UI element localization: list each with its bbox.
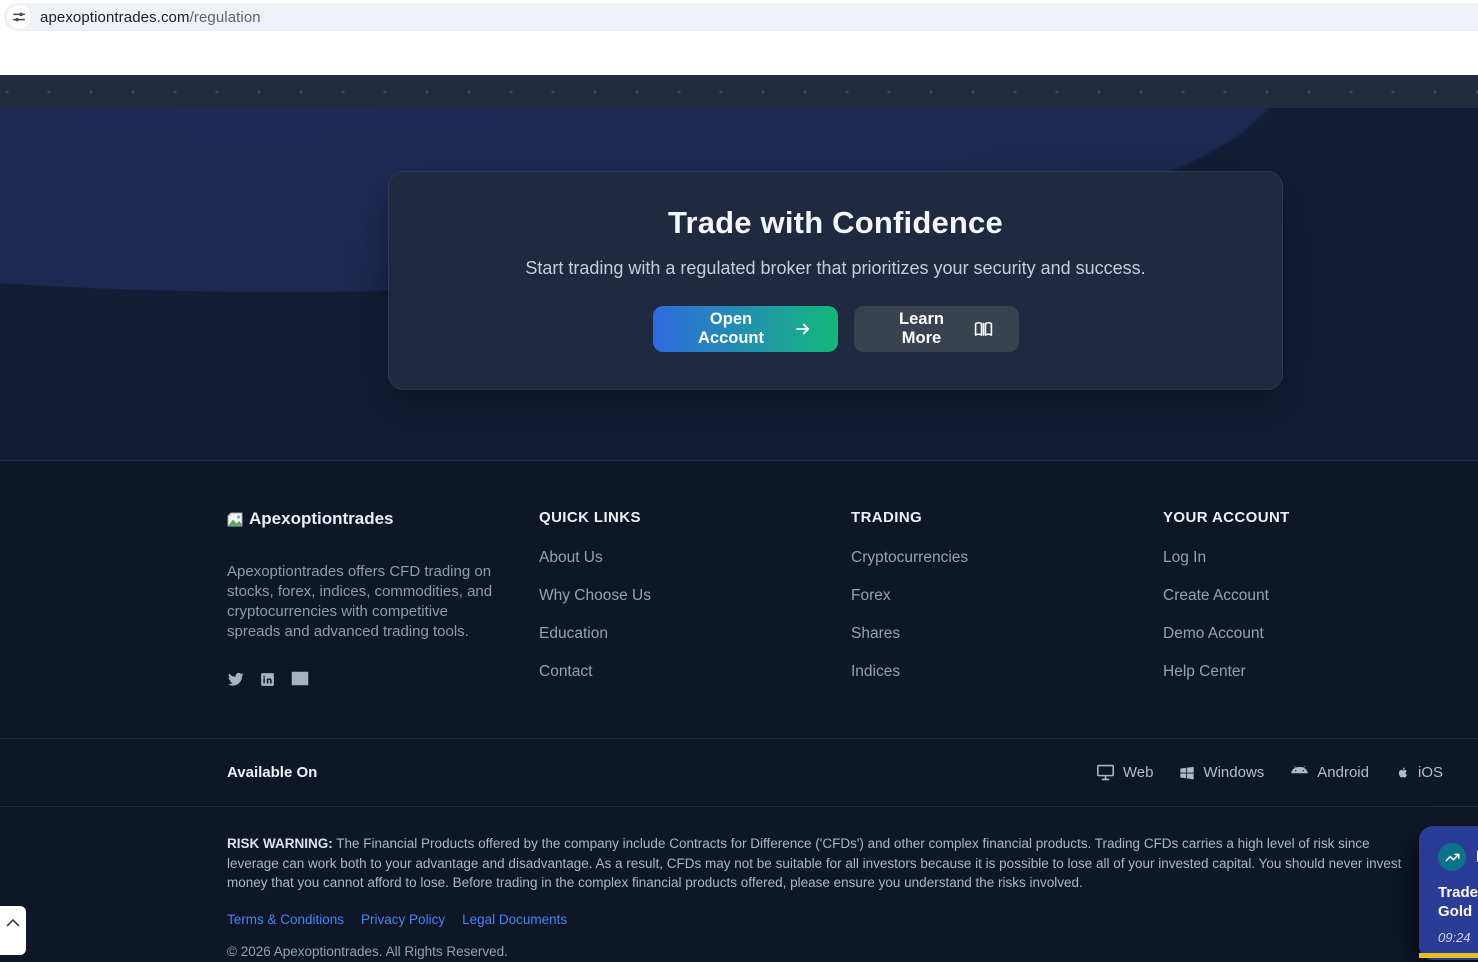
platform-web[interactable]: Web [1096,764,1154,781]
url-domain: apexoptiontrades.com [40,9,190,26]
footer-link-help-center[interactable]: Help Center [1163,663,1443,681]
footer-link-education[interactable]: Education [539,625,851,643]
open-account-label: Open Account [679,310,784,348]
trending-up-icon [1438,843,1466,871]
footer-link-contact[interactable]: Contact [539,663,851,681]
platform-list: Web Windows Android [1096,764,1443,781]
brand-description: Apexoptiontrades offers CFD trading on s… [227,562,497,642]
site-settings-icon[interactable] [7,5,31,29]
scroll-top-button[interactable] [0,906,26,955]
footer-logo: Apexoptiontrades [227,509,539,529]
risk-warning-text: The Financial Products offered by the co… [227,836,1401,890]
footer-link-demo-account[interactable]: Demo Account [1163,625,1443,643]
available-on-label: Available On [227,764,317,781]
footer-column-your-account: YOUR ACCOUNT Log In Create Account Demo … [1163,509,1443,738]
platform-ios[interactable]: iOS [1395,764,1443,781]
legal-links: Terms & Conditions Privacy Policy Legal … [227,912,1443,927]
platform-windows[interactable]: Windows [1179,764,1264,781]
arrow-right-icon [794,320,812,338]
footer-link-forex[interactable]: Forex [851,587,1163,605]
social-links [227,671,539,688]
column-heading: QUICK LINKS [539,509,851,526]
footer-link-log-in[interactable]: Log In [1163,549,1443,567]
notification-header: L [1438,843,1478,871]
notification-line1: Trader [1438,883,1478,902]
footer-link-shares[interactable]: Shares [851,625,1163,643]
footer-link-create-account[interactable]: Create Account [1163,587,1443,605]
cta-subtitle: Start trading with a regulated broker th… [389,258,1282,279]
footer-columns: Apexoptiontrades Apexoptiontrades offers… [227,461,1443,738]
available-on-bar: Available On Web Windows [227,739,1443,806]
learn-more-button[interactable]: Learn More [854,306,1019,352]
footer-brand-column: Apexoptiontrades Apexoptiontrades offers… [227,509,539,738]
cta-section: Trade with Confidence Start trading with… [0,108,1478,460]
legal-documents-link[interactable]: Legal Documents [462,912,567,927]
risk-warning: RISK WARNING: The Financial Products off… [227,834,1419,893]
browser-window: apexoptiontrades.com/regulation Trade wi… [0,0,1478,962]
footer-link-cryptocurrencies[interactable]: Cryptocurrencies [851,549,1163,567]
footer-link-indices[interactable]: Indices [851,663,1163,681]
footer-column-trading: TRADING Cryptocurrencies Forex Shares In… [851,509,1163,738]
url-text: apexoptiontrades.com/regulation [40,9,261,26]
broken-image-icon [227,512,244,527]
android-icon [1290,765,1309,780]
legal-section: RISK WARNING: The Financial Products off… [227,807,1443,959]
page-header-blank [0,33,1478,75]
twitter-icon[interactable] [227,671,244,688]
platform-label: Windows [1203,764,1264,781]
logo-text: Apexoptiontrades [249,509,394,529]
footer: Apexoptiontrades Apexoptiontrades offers… [0,460,1478,962]
notification-progress-bar [1419,953,1478,958]
terms-conditions-link[interactable]: Terms & Conditions [227,912,344,927]
footer-column-quick-links: QUICK LINKS About Us Why Choose Us Educa… [539,509,851,738]
browser-url-bar: apexoptiontrades.com/regulation [0,0,1478,33]
column-heading: TRADING [851,509,1163,526]
linkedin-icon[interactable] [259,671,276,688]
copyright-text: © 2026 Apexoptiontrades. All Rights Rese… [227,944,1443,959]
footer-link-about-us[interactable]: About Us [539,549,851,567]
apple-icon [1395,764,1410,781]
email-icon[interactable] [291,671,309,688]
url-path: /regulation [190,9,261,26]
cta-title: Trade with Confidence [389,205,1282,241]
cta-card: Trade with Confidence Start trading with… [388,171,1283,390]
risk-warning-label: RISK WARNING: [227,836,333,851]
platform-label: iOS [1418,764,1443,781]
footer-link-why-choose-us[interactable]: Why Choose Us [539,587,851,605]
open-account-button[interactable]: Open Account [653,306,838,352]
notification-line2: Gold [1438,902,1478,921]
chevron-up-icon [6,918,20,955]
column-heading: YOUR ACCOUNT [1163,509,1443,526]
decorative-dotted-strip [0,75,1478,108]
platform-label: Android [1317,764,1369,781]
windows-icon [1179,765,1195,781]
platform-label: Web [1123,764,1154,781]
url-field[interactable]: apexoptiontrades.com/regulation [4,3,1478,31]
privacy-policy-link[interactable]: Privacy Policy [361,912,445,927]
book-open-icon [974,320,993,339]
notification-time: 09:24 [1438,930,1478,945]
cta-buttons: Open Account Learn More [389,306,1282,352]
trade-notification-popup[interactable]: L Trader Gold 09:24 [1419,826,1478,960]
learn-more-label: Learn More [880,310,964,348]
monitor-icon [1096,764,1115,781]
platform-android[interactable]: Android [1290,764,1369,781]
